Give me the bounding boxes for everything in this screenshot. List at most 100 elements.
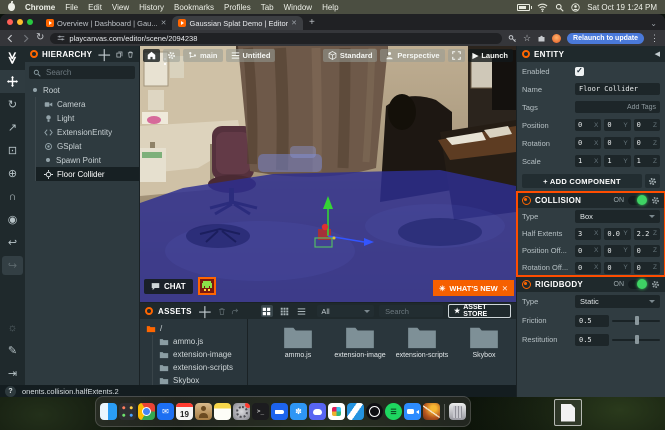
asset-folder-extension-scripts[interactable]: extension-scripts bbox=[392, 325, 452, 385]
profile-avatar[interactable] bbox=[552, 34, 561, 43]
dock-terminal-icon[interactable]: >_ bbox=[252, 403, 269, 420]
new-tab-button[interactable]: + bbox=[309, 17, 315, 28]
position-z-field[interactable]: 0Z bbox=[634, 119, 660, 131]
menu-app-name[interactable]: Chrome bbox=[25, 3, 55, 12]
browser-menu-icon[interactable]: ⋮ bbox=[650, 34, 659, 43]
rigidbody-toggle[interactable] bbox=[628, 280, 647, 289]
menu-file[interactable]: File bbox=[65, 3, 78, 12]
fullscreen-button[interactable] bbox=[448, 49, 465, 62]
rotation-y-field[interactable]: 0Y bbox=[604, 137, 630, 149]
position-offset-y-field[interactable]: 0Y bbox=[604, 245, 630, 257]
dock-launchpad-icon[interactable] bbox=[119, 403, 136, 420]
collision-toggle[interactable] bbox=[628, 196, 647, 205]
scale-tool-icon[interactable]: ↗ bbox=[0, 116, 25, 139]
view-list-button[interactable] bbox=[295, 305, 307, 317]
address-bar[interactable]: playcanvas.com/editor/scene/2094238 bbox=[50, 33, 502, 44]
redo-icon[interactable]: ↪ bbox=[2, 256, 23, 275]
tree-item-camera[interactable]: Camera bbox=[36, 97, 139, 111]
dock-garageband-icon[interactable] bbox=[423, 403, 440, 420]
relaunch-button[interactable]: Relaunch to update bbox=[567, 33, 644, 44]
translate-tool-icon[interactable] bbox=[0, 70, 25, 93]
friction-slider[interactable] bbox=[612, 315, 660, 327]
view-large-grid-button[interactable] bbox=[261, 305, 273, 317]
rigidbody-gear-icon[interactable] bbox=[651, 280, 660, 289]
dock-docker-icon[interactable] bbox=[271, 403, 288, 420]
menu-help[interactable]: Help bbox=[322, 3, 338, 12]
dock-spotify-icon[interactable]: ☰ bbox=[385, 403, 402, 420]
viewport-canvas[interactable] bbox=[140, 46, 516, 302]
resize-tool-icon[interactable]: ⊡ bbox=[0, 139, 25, 162]
window-close-button[interactable] bbox=[7, 19, 13, 25]
half-extents-y-field[interactable]: 0.0Y bbox=[604, 228, 630, 240]
undo-icon[interactable]: ↩ bbox=[0, 231, 25, 254]
menu-profiles[interactable]: Profiles bbox=[224, 3, 251, 12]
bake-light-icon[interactable]: ☼ bbox=[0, 316, 25, 339]
friction-field[interactable]: 0.5 bbox=[575, 315, 609, 327]
asset-tree-root[interactable]: / bbox=[140, 322, 247, 335]
enabled-checkbox[interactable]: ✓ bbox=[575, 67, 584, 76]
position-offset-z-field[interactable]: 0Z bbox=[634, 245, 660, 257]
window-zoom-button[interactable] bbox=[27, 19, 33, 25]
browser-tab-dashboard[interactable]: Overview | Dashboard | Gau... ✕ bbox=[40, 16, 172, 30]
position-y-field[interactable]: 0Y bbox=[604, 119, 630, 131]
scale-x-field[interactable]: 1X bbox=[575, 155, 601, 167]
delete-asset-icon[interactable] bbox=[218, 307, 226, 316]
import-asset-icon[interactable] bbox=[231, 307, 239, 316]
restitution-slider[interactable] bbox=[612, 334, 660, 346]
scale-y-field[interactable]: 1Y bbox=[604, 155, 630, 167]
home-button[interactable] bbox=[143, 49, 160, 62]
asset-tree-extension-scripts[interactable]: extension-scripts bbox=[153, 361, 247, 374]
collision-gear-icon[interactable] bbox=[651, 196, 660, 205]
collapse-panel-icon[interactable]: ◀ bbox=[655, 50, 660, 58]
asset-tree-ammo[interactable]: ammo.js bbox=[153, 335, 247, 348]
dock-finder-icon[interactable] bbox=[100, 403, 117, 420]
dock-zoom-icon[interactable] bbox=[404, 403, 421, 420]
asset-tree-extension-image[interactable]: extension-image bbox=[153, 348, 247, 361]
shading-mode-button[interactable]: Standard bbox=[323, 49, 378, 62]
tab-close-icon[interactable]: ✕ bbox=[161, 19, 167, 27]
asset-filter-dropdown[interactable]: All bbox=[317, 305, 374, 317]
menu-edit[interactable]: Edit bbox=[88, 3, 102, 12]
forward-icon[interactable] bbox=[21, 34, 30, 43]
dock-notes-icon[interactable] bbox=[214, 403, 231, 420]
help-button[interactable]: ? bbox=[5, 386, 16, 397]
asset-folder-extension-image[interactable]: extension-image bbox=[330, 325, 390, 385]
menu-clock[interactable]: Sat Oct 19 1:24 PM bbox=[587, 3, 657, 12]
dock-trash-icon[interactable] bbox=[449, 403, 466, 420]
dock-discord-icon[interactable] bbox=[309, 403, 326, 420]
menu-history[interactable]: History bbox=[139, 3, 164, 12]
asset-search[interactable] bbox=[379, 305, 443, 317]
dock-vscode-icon[interactable] bbox=[347, 403, 364, 420]
spotlight-icon[interactable] bbox=[555, 3, 564, 12]
asset-folder-skybox[interactable]: Skybox bbox=[454, 325, 514, 385]
site-settings-icon[interactable] bbox=[57, 34, 65, 42]
menu-window[interactable]: Window bbox=[284, 3, 312, 12]
half-extents-z-field[interactable]: 2.2Z bbox=[634, 228, 660, 240]
rotation-offset-z-field[interactable]: 0Z bbox=[634, 262, 660, 274]
chat-button[interactable]: CHAT bbox=[144, 279, 193, 294]
tree-item-gsplat[interactable]: GSplat bbox=[36, 139, 139, 153]
dock-photos-icon[interactable]: ✽ bbox=[290, 403, 307, 420]
launch-button[interactable]: ▶Launch bbox=[468, 49, 513, 62]
extensions-icon[interactable] bbox=[537, 34, 546, 43]
dock-calendar-icon[interactable]: 19 bbox=[176, 403, 193, 420]
dock-contacts-icon[interactable] bbox=[195, 403, 212, 420]
publish-icon[interactable]: ⇥ bbox=[0, 362, 25, 385]
asset-store-button[interactable]: ★ASSET STORE bbox=[448, 304, 511, 318]
reload-icon[interactable]: ↻ bbox=[36, 33, 44, 43]
branch-button[interactable]: main bbox=[183, 49, 223, 62]
wifi-icon[interactable] bbox=[537, 3, 548, 12]
window-minimize-button[interactable] bbox=[17, 19, 23, 25]
tree-item-root[interactable]: Root bbox=[25, 83, 139, 97]
user-switch-icon[interactable] bbox=[571, 3, 580, 12]
dock-obs-icon[interactable] bbox=[366, 403, 383, 420]
half-extents-x-field[interactable]: 3X bbox=[575, 228, 601, 240]
settings-gear-button[interactable] bbox=[163, 49, 180, 62]
bookmark-star-icon[interactable]: ☆ bbox=[523, 34, 531, 43]
restitution-field[interactable]: 0.5 bbox=[575, 334, 609, 346]
banner-close-icon[interactable]: ✕ bbox=[502, 284, 508, 293]
rotation-offset-y-field[interactable]: 0Y bbox=[604, 262, 630, 274]
add-entity-button[interactable]: ＋ bbox=[96, 42, 112, 66]
user-avatar-sprite[interactable] bbox=[198, 277, 216, 295]
collision-type-dropdown[interactable]: Box bbox=[575, 210, 660, 223]
